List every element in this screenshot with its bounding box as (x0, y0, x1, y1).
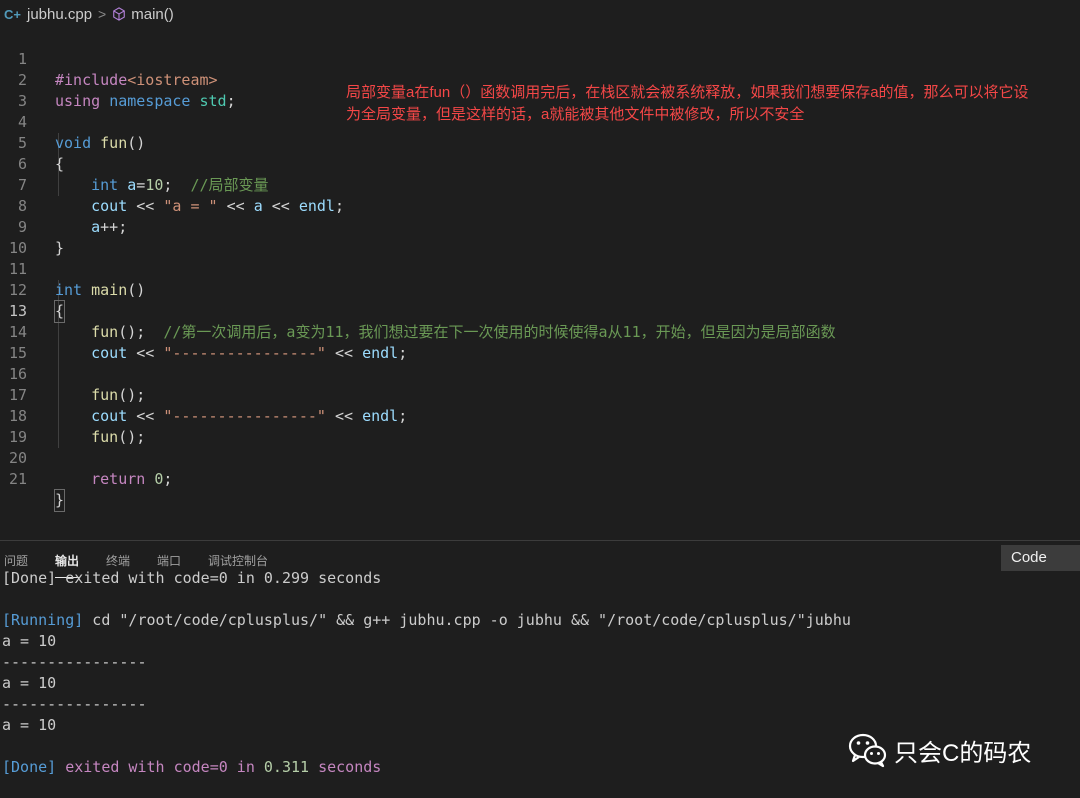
code-line[interactable]: 19 (0, 406, 1080, 446)
breadcrumb-symbol[interactable]: main() (131, 6, 174, 23)
code-line[interactable]: 14 cout << "----------------" << endl; (0, 301, 1080, 362)
code-line[interactable]: 12 { (0, 259, 1080, 323)
wechat-icon (848, 733, 887, 768)
code-line[interactable]: 6 int a=10; //局部变量 (0, 133, 1080, 194)
code-line[interactable]: 2 using namespace std; (0, 49, 1080, 110)
code-line[interactable]: 15 (0, 322, 1080, 362)
code-line[interactable]: 17 cout << "----------------" << endl; (0, 364, 1080, 425)
code-line[interactable]: 20 return 0; (0, 427, 1080, 488)
output-line: [Done] exited with code=0 in 0.299 secon… (2, 569, 382, 587)
annotation-line: 局部变量a在fun（）函数调用完后，在栈区就会被系统释放，如果我们想要保存a的值… (346, 84, 1029, 101)
output-line: ---------------- (2, 653, 147, 671)
chevron-right-icon: > (98, 6, 107, 22)
annotation-line: 为全局变量，但是这样的话，a就能被其他文件中被修改，所以不安全 (346, 106, 805, 123)
code-line[interactable]: 18 fun(); (0, 385, 1080, 446)
output-line: a = 10 (2, 674, 57, 692)
output-line: [Running] cd "/root/code/cplusplus/" && … (2, 611, 851, 629)
annotation-text: 局部变量a在fun（）函数调用完后，在栈区就会被系统释放，如果我们想要保存a的值… (346, 82, 1080, 126)
output-line: a = 10 (2, 716, 57, 734)
code-line[interactable]: 8 a++; (0, 175, 1080, 236)
code-line[interactable]: 10 (0, 217, 1080, 257)
code-line[interactable]: 16 fun(); (0, 343, 1080, 404)
code-line[interactable]: 9 } (0, 196, 1080, 257)
breadcrumb-file[interactable]: jubhu.cpp (27, 6, 92, 23)
code-line[interactable]: 11 int main() (0, 238, 1080, 299)
code-line[interactable]: 21 } (0, 448, 1080, 512)
output-line: a = 10 (2, 632, 57, 650)
cpp-file-icon: C+ (4, 6, 21, 22)
watermark: 只会C的码农 (848, 730, 1031, 770)
watermark-text: 只会C的码农 (894, 739, 1032, 767)
code-line[interactable]: 1 #include<iostream> (0, 28, 1080, 89)
breadcrumb: C+ jubhu.cpp > main() (0, 0, 1080, 28)
code-line[interactable]: 7 cout << "a = " << a << endl; (0, 154, 1080, 215)
line-number: 21 (8, 470, 27, 488)
output-line: ---------------- (2, 695, 147, 713)
output-line: [Done] exited with code=0 in 0.311 secon… (2, 758, 382, 776)
bracket-match: } (53, 489, 66, 512)
method-cube-icon (113, 7, 126, 21)
code-line-active[interactable]: 13 fun(); //第一次调用后，a变为11，我们想过要在下一次使用的时候使… (0, 280, 1080, 341)
